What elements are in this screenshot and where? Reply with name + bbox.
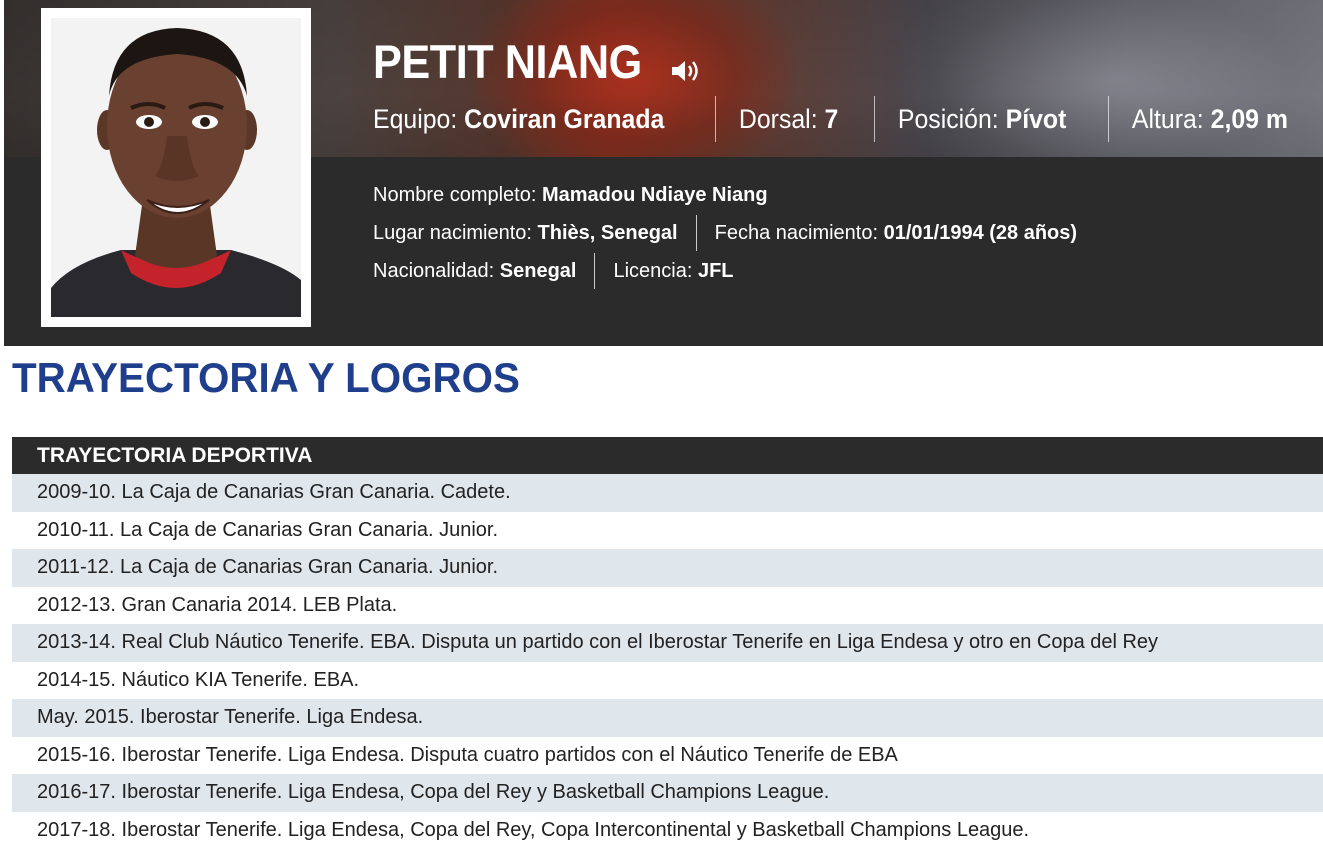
birthdate-value: 01/01/1994 (28 años): [884, 222, 1077, 244]
detail-license: Licencia: JFL: [594, 253, 751, 289]
detail-birthplace: Lugar nacimiento: Thiès, Senegal: [373, 215, 696, 251]
fact-height: Altura: 2,09 m: [1108, 96, 1311, 142]
full-name-value: Mamadou Ndiaye Niang: [542, 184, 768, 206]
number-value: 7: [824, 104, 838, 134]
nationality-value: Senegal: [500, 260, 577, 282]
player-photo: [51, 18, 301, 317]
fact-number: Dorsal: 7: [715, 96, 861, 142]
career-row: 2017-18. Iberostar Tenerife. Liga Endesa…: [12, 812, 1323, 849]
license-value: JFL: [698, 260, 734, 282]
career-row: May. 2015. Iberostar Tenerife. Liga Ende…: [12, 699, 1323, 737]
detail-row-nationality: Nacionalidad: Senegal Licencia: JFL: [373, 252, 1095, 290]
detail-row-name: Nombre completo: Mamadou Ndiaye Niang: [373, 176, 1095, 214]
career-row: 2011-12. La Caja de Canarias Gran Canari…: [12, 549, 1323, 587]
career-rows: 2009-10. La Caja de Canarias Gran Canari…: [12, 474, 1323, 849]
player-name: PETIT NIANG: [373, 34, 642, 89]
license-label: Licencia:: [613, 260, 692, 282]
detail-nationality: Nacionalidad: Senegal: [373, 253, 594, 289]
career-row: 2010-11. La Caja de Canarias Gran Canari…: [12, 512, 1323, 550]
section-title: TRAYECTORIA Y LOGROS: [12, 354, 520, 402]
detail-row-birth: Lugar nacimiento: Thiès, Senegal Fecha n…: [373, 214, 1095, 252]
team-value: Coviran Granada: [464, 104, 664, 134]
number-label: Dorsal:: [739, 104, 818, 134]
detail-birthdate: Fecha nacimiento: 01/01/1994 (28 años): [696, 215, 1095, 251]
team-label: Equipo:: [373, 104, 457, 134]
career-table-header: TRAYECTORIA DEPORTIVA: [12, 437, 1323, 474]
birthplace-value: Thiès, Senegal: [538, 222, 678, 244]
career-row: 2012-13. Gran Canaria 2014. LEB Plata.: [12, 587, 1323, 625]
player-key-facts: Equipo: Coviran Granada Dorsal: 7 Posici…: [373, 96, 1323, 142]
fact-position: Posición: Pívot: [874, 96, 1089, 142]
speaker-icon[interactable]: [670, 57, 702, 85]
career-row: 2009-10. La Caja de Canarias Gran Canari…: [12, 474, 1323, 512]
birthdate-label: Fecha nacimiento:: [715, 222, 878, 244]
career-row: 2013-14. Real Club Náutico Tenerife. EBA…: [12, 624, 1323, 662]
birthplace-label: Lugar nacimiento:: [373, 222, 532, 244]
career-row: 2014-15. Náutico KIA Tenerife. EBA.: [12, 662, 1323, 700]
position-label: Posición:: [898, 104, 999, 134]
player-photo-frame: [41, 8, 311, 327]
detail-full-name: Nombre completo: Mamadou Ndiaye Niang: [373, 177, 786, 213]
height-value: 2,09 m: [1210, 104, 1287, 134]
career-row: 2016-17. Iberostar Tenerife. Liga Endesa…: [12, 774, 1323, 812]
career-row: 2015-16. Iberostar Tenerife. Liga Endesa…: [12, 737, 1323, 775]
nationality-label: Nacionalidad:: [373, 260, 494, 282]
height-label: Altura:: [1132, 104, 1204, 134]
position-value: Pívot: [1005, 104, 1066, 134]
fact-team: Equipo: Coviran Granada: [373, 96, 687, 142]
player-details: Nombre completo: Mamadou Ndiaye Niang Lu…: [373, 176, 1095, 290]
full-name-label: Nombre completo:: [373, 184, 536, 206]
career-table: TRAYECTORIA DEPORTIVA 2009-10. La Caja d…: [12, 437, 1323, 849]
